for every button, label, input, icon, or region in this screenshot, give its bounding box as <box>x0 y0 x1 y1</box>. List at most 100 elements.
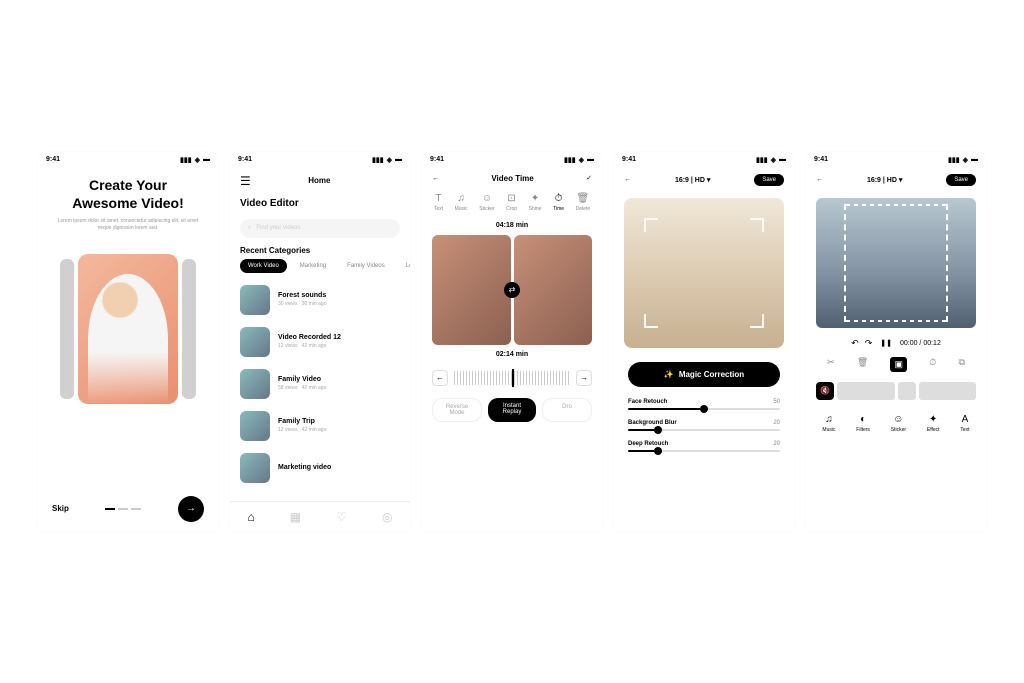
slider-face-retouch: Face Retouch50 <box>628 399 780 410</box>
video-preview[interactable] <box>624 198 784 348</box>
crop-corner-tr[interactable] <box>750 218 764 232</box>
crop-icon[interactable]: ▣ <box>890 357 907 372</box>
video-preview[interactable] <box>816 198 976 328</box>
edit-tools: ✂ 🗑 ▣ ⏱ ⧉ <box>806 353 986 376</box>
list-item[interactable]: Forest sounds30 views 30 min ago <box>240 279 400 321</box>
search-input[interactable]: ⌕ Find your videos <box>240 219 400 238</box>
video-thumb <box>240 369 270 399</box>
tool-shine[interactable]: ✦Shine <box>529 193 542 212</box>
prev-frame-button[interactable]: ← <box>432 370 448 386</box>
crop-corner-bl[interactable] <box>644 314 658 328</box>
menu-icon[interactable]: ☰ <box>240 174 251 188</box>
crop-frame[interactable] <box>644 218 764 328</box>
tool-filters[interactable]: ◐Filters <box>856 414 870 433</box>
wifi-icon: ◈ <box>387 156 392 164</box>
carousel-card-next[interactable] <box>182 259 196 399</box>
timeline[interactable]: 🔇 <box>806 376 986 406</box>
time-ruler[interactable] <box>454 371 570 385</box>
magic-correction-button[interactable]: ✨ Magic Correction <box>628 362 780 387</box>
tool-sticker[interactable]: ☺Sticker <box>891 414 906 433</box>
category-chip[interactable]: Lo <box>398 259 410 273</box>
status-time: 9:41 <box>430 156 444 164</box>
mode-dro[interactable]: Dro <box>542 398 592 422</box>
nav-profile-icon[interactable]: ◎ <box>382 510 392 524</box>
playback-time: 00:00 / 00:12 <box>900 340 941 347</box>
tool-music[interactable]: ♫Music <box>822 414 835 433</box>
crop-corner-br[interactable] <box>750 314 764 328</box>
carousel[interactable] <box>38 254 218 486</box>
item-title: Marketing video <box>278 464 331 471</box>
dot <box>118 508 128 510</box>
speed-icon[interactable]: ⏱ <box>929 357 936 372</box>
confirm-icon[interactable]: ✓ <box>586 174 592 182</box>
timeline-clip[interactable] <box>919 382 977 400</box>
battery-icon: ▬ <box>779 156 786 163</box>
save-button[interactable]: Save <box>946 174 976 186</box>
category-chip[interactable]: Marketing <box>292 259 334 273</box>
category-chip[interactable]: Family Videos <box>339 259 393 273</box>
next-button[interactable]: → <box>178 496 204 522</box>
slider-track[interactable] <box>628 429 780 431</box>
list-item[interactable]: Video Recorded 1212 views 42 min ago <box>240 321 400 363</box>
status-bar: 9:41 ▮▮▮◈▬ <box>614 152 794 168</box>
copy-icon[interactable]: ⧉ <box>958 357 964 372</box>
tool-text[interactable]: TText <box>434 193 443 212</box>
text-icon: A <box>962 414 969 425</box>
slider-background-blur: Background Blur20 <box>628 420 780 431</box>
carousel-card-main[interactable] <box>78 254 178 404</box>
mute-button[interactable]: 🔇 <box>816 382 834 400</box>
save-button[interactable]: Save <box>754 174 784 186</box>
mode-reverse[interactable]: Reverse Mode <box>432 398 482 422</box>
frame-left[interactable] <box>432 235 511 345</box>
crop-corner-tl[interactable] <box>644 218 658 232</box>
nav-library-icon[interactable]: ▦ <box>290 510 301 524</box>
slider-track[interactable] <box>628 450 780 452</box>
list-item[interactable]: Family Video58 views 42 min ago <box>240 363 400 405</box>
redo-icon[interactable]: ↷ <box>865 338 873 349</box>
tool-effect[interactable]: ✦Effect <box>927 414 940 433</box>
cut-icon[interactable]: ✂ <box>827 357 835 372</box>
timeline-clip[interactable] <box>898 382 916 400</box>
frame-right[interactable] <box>514 235 593 345</box>
dot <box>131 508 141 510</box>
onboarding-footer: Skip → <box>38 486 218 532</box>
tool-time[interactable]: ⏱Time <box>553 193 564 212</box>
back-icon[interactable]: ← <box>624 176 631 183</box>
wifi-icon: ◈ <box>771 156 776 164</box>
total-time: 04:18 min <box>422 222 602 229</box>
undo-icon[interactable]: ↶ <box>851 338 859 349</box>
list-item[interactable]: Family Trip12 views 42 min ago <box>240 405 400 447</box>
category-chip[interactable]: Work Video <box>240 259 287 273</box>
mode-instant-replay[interactable]: Instant Replay <box>488 398 536 422</box>
crop-frame[interactable] <box>844 204 948 322</box>
slider-thumb[interactable] <box>654 426 662 434</box>
tool-music[interactable]: ♫Music <box>455 193 468 212</box>
list-item[interactable]: Marketing video <box>240 447 400 489</box>
tool-text[interactable]: AText <box>960 414 969 433</box>
aspect-ratio-selector[interactable]: 16:9 | HD ▾ <box>675 176 710 184</box>
skip-button[interactable]: Skip <box>52 504 69 513</box>
next-frame-button[interactable]: → <box>576 370 592 386</box>
timeline-clip[interactable] <box>837 382 895 400</box>
battery-icon: ▬ <box>395 156 402 163</box>
carousel-card-prev[interactable] <box>60 259 74 399</box>
back-icon[interactable]: ← <box>432 175 439 182</box>
tool-crop[interactable]: ⊡Crop <box>506 193 517 212</box>
pause-icon[interactable]: ❚❚ <box>880 339 892 347</box>
crop-screen: 9:41 ▮▮▮◈▬ ← 16:9 | HD ▾ Save ✨ Magic Co… <box>614 152 794 532</box>
nav-favorites-icon[interactable]: ♡ <box>336 510 347 524</box>
aspect-ratio-selector[interactable]: 16:9 | HD ▾ <box>867 176 902 184</box>
back-icon[interactable]: ← <box>816 176 823 183</box>
slider-thumb[interactable] <box>700 405 708 413</box>
header-title: Home <box>251 176 388 185</box>
tool-sticker[interactable]: ☺Sticker <box>479 193 494 212</box>
nav-home-icon[interactable]: ⌂ <box>248 510 255 524</box>
delete-icon[interactable]: 🗑 <box>857 357 868 372</box>
slider-track[interactable] <box>628 408 780 410</box>
time-icon: ⏱ <box>555 193 563 204</box>
status-bar: 9:41 ▮▮▮◈▬ <box>422 152 602 168</box>
swap-icon[interactable]: ⇄ <box>504 282 520 298</box>
onboarding-screen: 9:41 ▮▮▮◈▬ Create Your Awesome Video! Lo… <box>38 152 218 532</box>
slider-thumb[interactable] <box>654 447 662 455</box>
tool-delete[interactable]: 🗑Delete <box>576 193 590 212</box>
